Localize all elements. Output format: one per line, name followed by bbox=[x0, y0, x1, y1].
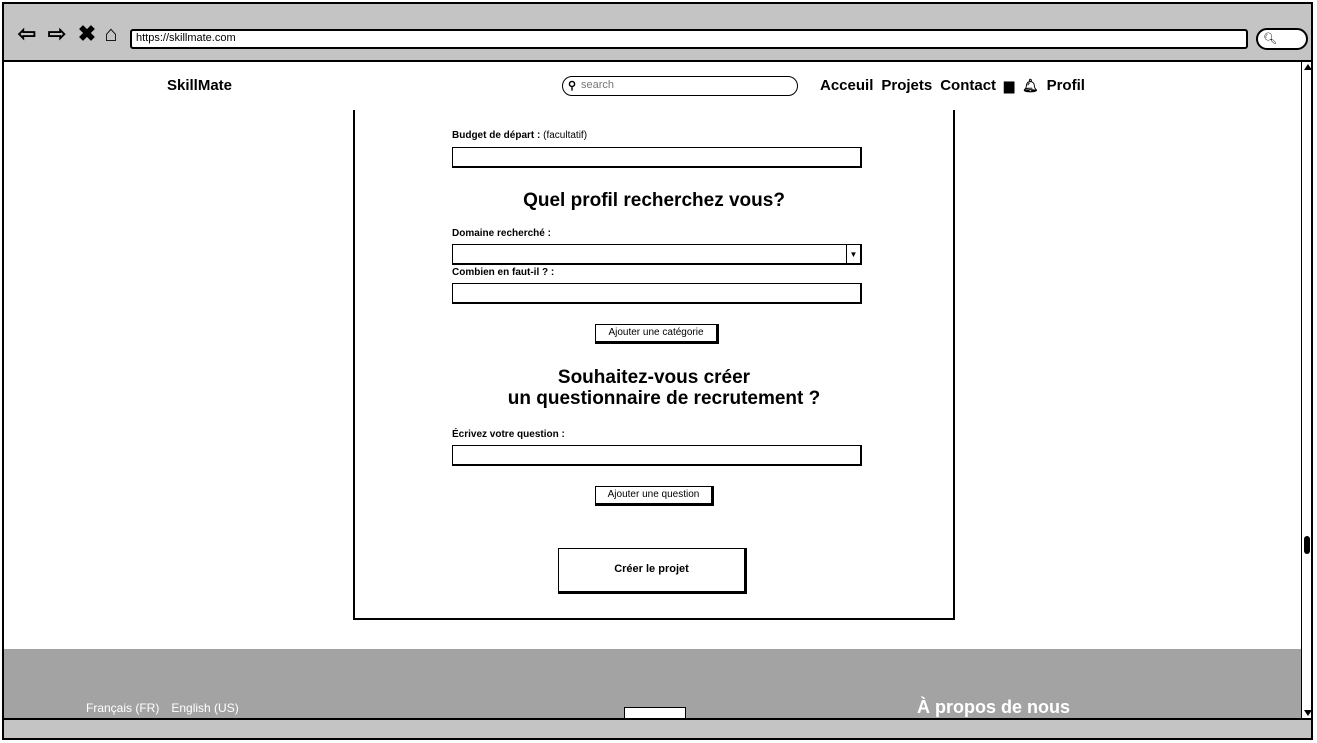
budget-optional-text: (facultatif) bbox=[543, 130, 588, 141]
question-label: Écrivez votre question : bbox=[452, 429, 565, 440]
nav-contact-link[interactable]: Contact bbox=[940, 77, 996, 94]
search-icon: 🔍︎ bbox=[1263, 33, 1277, 45]
browser-toolbar: ⇦ ⇨ ✖ ⌂ https://skillmate.com 🔍︎ bbox=[2, 2, 1313, 62]
lang-en-link[interactable]: English (US) bbox=[171, 701, 238, 715]
question-field[interactable] bbox=[452, 445, 862, 466]
language-switcher: Français (FR) English (US) bbox=[86, 701, 239, 715]
browser-status-bar bbox=[2, 718, 1313, 740]
chevron-down-icon[interactable]: ▼ bbox=[846, 245, 860, 263]
budget-label: Budget de départ : (facultatif) bbox=[452, 130, 587, 141]
back-arrow-icon[interactable]: ⇦ bbox=[14, 21, 40, 47]
lang-fr-link[interactable]: Français (FR) bbox=[86, 701, 159, 715]
bell-icon[interactable]: 🔔︎ bbox=[1022, 78, 1039, 94]
count-label: Combien en faut-il ? : bbox=[452, 267, 555, 278]
nav-home-link[interactable]: Acceuil bbox=[820, 77, 873, 94]
search-input[interactable]: ⚲ search bbox=[562, 76, 798, 96]
browser-search-button[interactable]: 🔍︎ bbox=[1256, 28, 1308, 50]
search-placeholder: search bbox=[581, 79, 615, 91]
scroll-thumb[interactable] bbox=[1304, 536, 1310, 554]
forward-arrow-icon[interactable]: ⇨ bbox=[44, 21, 70, 47]
site-logo[interactable]: SkillMate bbox=[167, 77, 232, 94]
main-nav: Acceuil Projets Contact ▆ 🔔︎ Profil bbox=[820, 77, 1085, 94]
budget-label-text: Budget de départ : bbox=[452, 130, 541, 141]
close-icon[interactable]: ✖ bbox=[74, 21, 100, 47]
footer-image-placeholder bbox=[624, 707, 686, 718]
domain-label: Domaine recherché : bbox=[452, 228, 551, 239]
domain-select[interactable]: ▼ bbox=[452, 244, 862, 265]
nav-projects-link[interactable]: Projets bbox=[881, 77, 932, 94]
message-icon[interactable]: ▆ bbox=[1004, 78, 1014, 94]
scroll-down-icon[interactable] bbox=[1304, 710, 1312, 716]
site-footer: Français (FR) English (US) À propos de n… bbox=[4, 649, 1301, 718]
project-form-card: Budget de départ : (facultatif) Quel pro… bbox=[353, 110, 955, 620]
page-viewport: SkillMate ⚲ search Acceuil Projets Conta… bbox=[2, 62, 1301, 718]
search-icon: ⚲ bbox=[568, 80, 577, 92]
create-project-button[interactable]: Créer le projet bbox=[558, 548, 747, 594]
questionnaire-heading-line1: Souhaitez-vous créer bbox=[557, 367, 751, 388]
add-question-button[interactable]: Ajouter une question bbox=[595, 486, 714, 506]
add-category-button[interactable]: Ajouter une catégorie bbox=[595, 324, 719, 344]
profile-heading: Quel profil recherchez vous? bbox=[523, 190, 785, 211]
scroll-up-icon[interactable] bbox=[1304, 64, 1312, 70]
questionnaire-heading-line2: un questionnaire de recrutement ? bbox=[507, 388, 821, 409]
address-bar[interactable]: https://skillmate.com bbox=[130, 29, 1248, 49]
nav-profile-link[interactable]: Profil bbox=[1047, 77, 1085, 94]
home-icon[interactable]: ⌂ bbox=[98, 21, 124, 47]
about-us-link[interactable]: À propos de nous bbox=[917, 697, 1070, 718]
vertical-scrollbar[interactable] bbox=[1301, 62, 1313, 718]
count-field[interactable] bbox=[452, 283, 862, 304]
budget-field[interactable] bbox=[452, 147, 862, 168]
